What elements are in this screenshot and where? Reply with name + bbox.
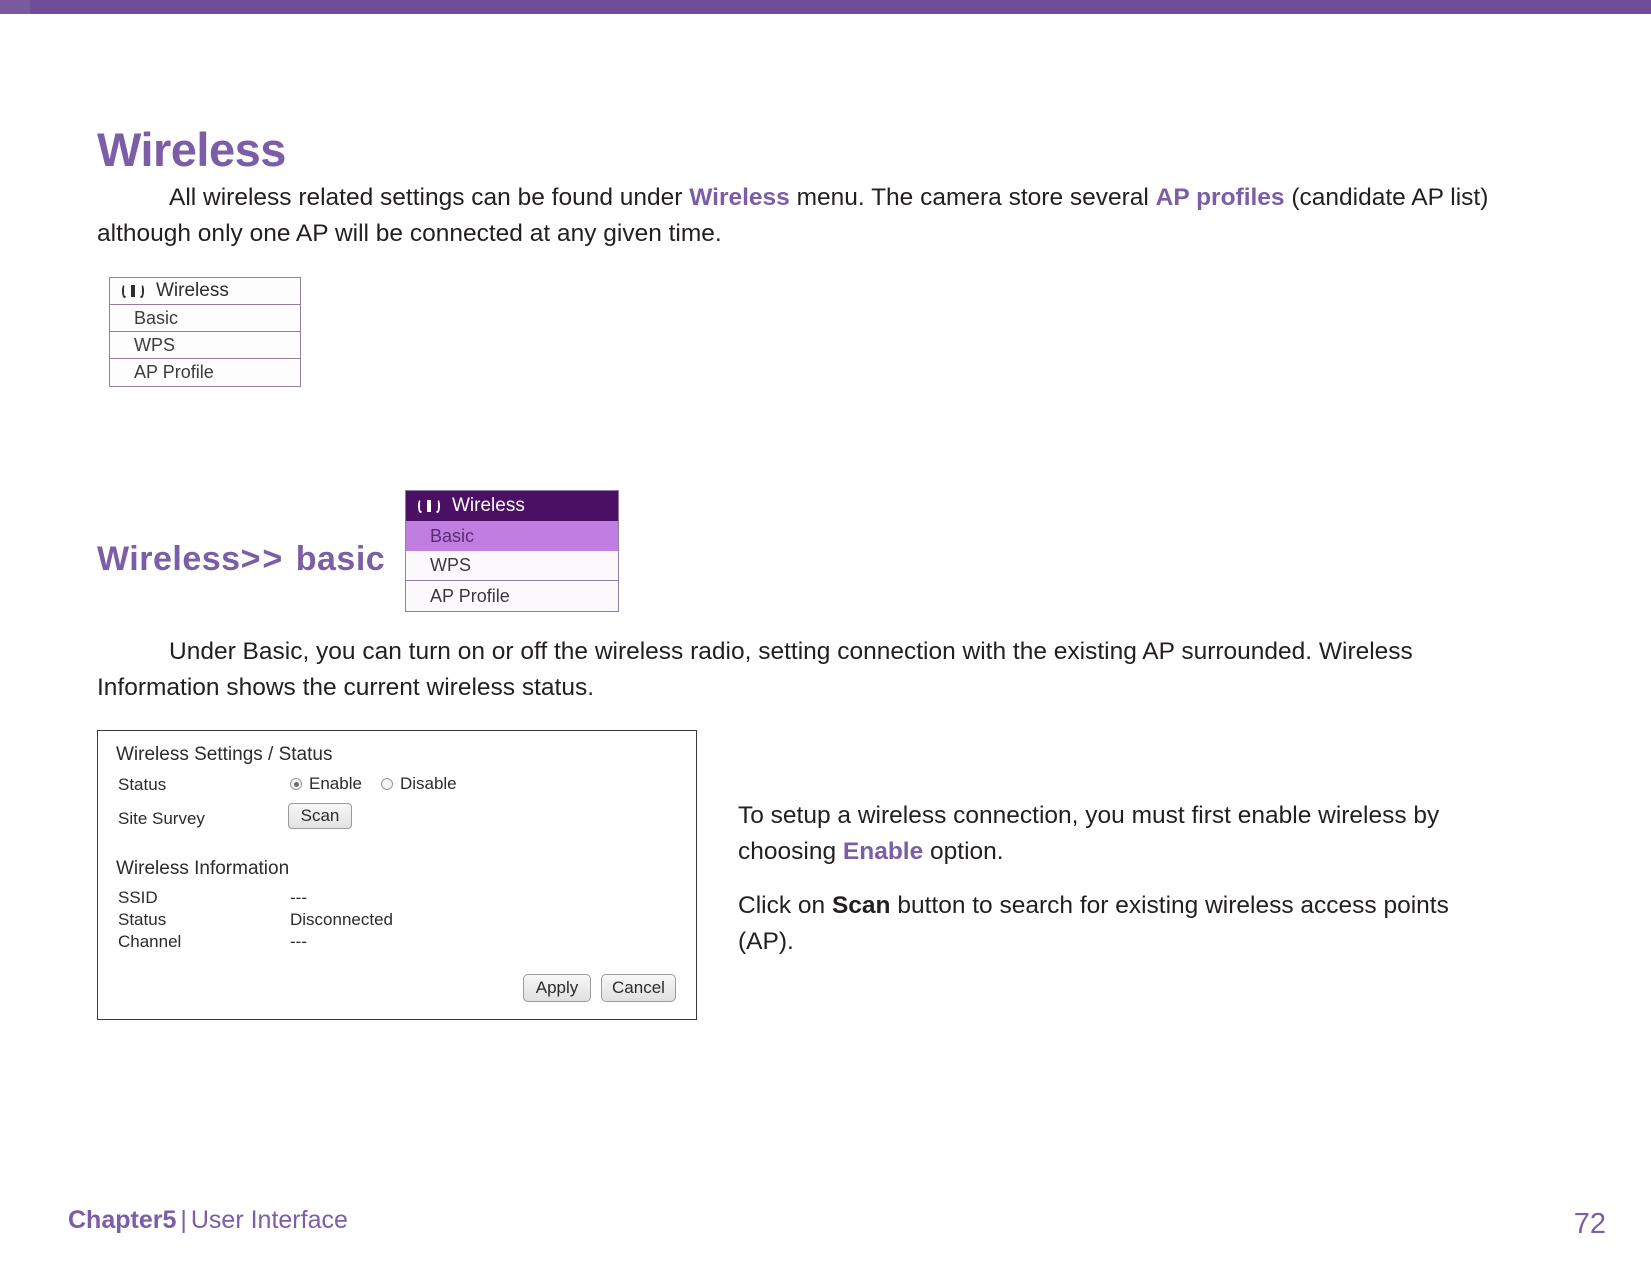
cancel-button[interactable]: Cancel bbox=[601, 974, 676, 1002]
footer-breadcrumb: Chapter5 | User Interface bbox=[68, 1206, 348, 1235]
menu-item-wps[interactable]: WPS bbox=[406, 551, 618, 581]
apply-button[interactable]: Apply bbox=[523, 974, 591, 1002]
wireless-status-label: Status bbox=[118, 910, 167, 929]
explanation-paragraph-scan: Click on Scan button to search for exist… bbox=[738, 888, 1478, 960]
section-heading-sub: basic bbox=[295, 540, 386, 579]
menu-header-label: Wireless bbox=[156, 280, 229, 301]
wireless-menu-screenshot: Wireless Basic WPS AP Profile bbox=[109, 277, 301, 387]
explanation-text-block: To setup a wireless connection, you must… bbox=[738, 798, 1478, 978]
menu-header-wireless: Wireless bbox=[406, 491, 618, 521]
panel-title: Wireless Settings / Status bbox=[116, 744, 333, 765]
menu-item-ap-profile[interactable]: AP Profile bbox=[406, 581, 618, 611]
footer-chapter-label: Chapter5 bbox=[68, 1206, 177, 1234]
menu-item-label: Basic bbox=[134, 307, 179, 328]
explanation-bold-scan: Scan bbox=[831, 892, 891, 919]
scan-button[interactable]: Scan bbox=[288, 803, 352, 829]
section-heading-separator: >> bbox=[240, 540, 296, 579]
channel-value: --- bbox=[290, 932, 307, 951]
top-accent-bar-left bbox=[0, 0, 30, 14]
intro-paragraph: All wireless related settings can be fou… bbox=[97, 180, 1517, 252]
wifi-icon bbox=[418, 498, 440, 514]
section-heading: Wireless>> basic bbox=[97, 540, 385, 579]
menu-header-wireless: Wireless bbox=[110, 278, 300, 305]
menu-item-ap-profile[interactable]: AP Profile bbox=[110, 359, 300, 386]
wifi-icon bbox=[122, 283, 144, 299]
basic-description-paragraph: Under Basic, you can turn on or off the … bbox=[97, 638, 1413, 701]
menu-header-label: Wireless bbox=[452, 495, 525, 516]
radio-disable-label: Disable bbox=[399, 774, 457, 793]
footer-divider: | bbox=[180, 1206, 187, 1234]
explanation-p1-b: option. bbox=[923, 838, 1004, 865]
menu-item-label: WPS bbox=[134, 334, 176, 355]
intro-highlight-wireless: Wireless bbox=[689, 184, 790, 211]
wireless-status-value: Disconnected bbox=[290, 910, 394, 929]
intro-lead: All wireless related settings can be fou… bbox=[169, 184, 690, 211]
page-number: 72 bbox=[1573, 1208, 1606, 1240]
left-margin-strip bbox=[0, 14, 30, 1275]
status-label: Status bbox=[118, 775, 167, 794]
ssid-value: --- bbox=[290, 888, 307, 907]
explanation-paragraph-enable: To setup a wireless connection, you must… bbox=[738, 798, 1478, 870]
menu-item-label: AP Profile bbox=[134, 362, 214, 382]
top-accent-bar bbox=[30, 0, 1651, 14]
menu-item-label: Basic bbox=[430, 525, 475, 546]
explanation-highlight-enable: Enable bbox=[842, 838, 924, 865]
site-survey-label: Site Survey bbox=[118, 809, 205, 828]
menu-item-basic[interactable]: Basic bbox=[110, 305, 300, 332]
ssid-label: SSID bbox=[118, 888, 158, 907]
radio-enable-label: Enable bbox=[309, 774, 362, 793]
wireless-menu-screenshot-basic-selected: Wireless Basic WPS AP Profile bbox=[405, 490, 619, 612]
menu-item-basic[interactable]: Basic bbox=[406, 521, 618, 551]
page-title: Wireless bbox=[97, 123, 286, 177]
intro-highlight-ap-profiles: AP profiles bbox=[1155, 184, 1285, 211]
wireless-settings-panel-screenshot: Wireless Settings / Status Status Enable… bbox=[97, 730, 697, 1020]
radio-disable[interactable] bbox=[380, 778, 393, 790]
menu-item-label: AP Profile bbox=[430, 585, 510, 606]
menu-item-wps[interactable]: WPS bbox=[110, 332, 300, 359]
status-radio-group[interactable]: Enable Disable bbox=[290, 774, 469, 794]
wireless-information-title: Wireless Information bbox=[116, 858, 290, 879]
explanation-p2-a: Click on bbox=[738, 892, 832, 919]
channel-label: Channel bbox=[118, 932, 182, 951]
footer-section-label: User Interface bbox=[190, 1206, 348, 1234]
menu-item-label: WPS bbox=[430, 555, 472, 575]
section-heading-main: Wireless bbox=[97, 540, 241, 579]
radio-enable[interactable] bbox=[290, 778, 302, 790]
intro-middle: menu. The camera store several bbox=[789, 184, 1156, 211]
